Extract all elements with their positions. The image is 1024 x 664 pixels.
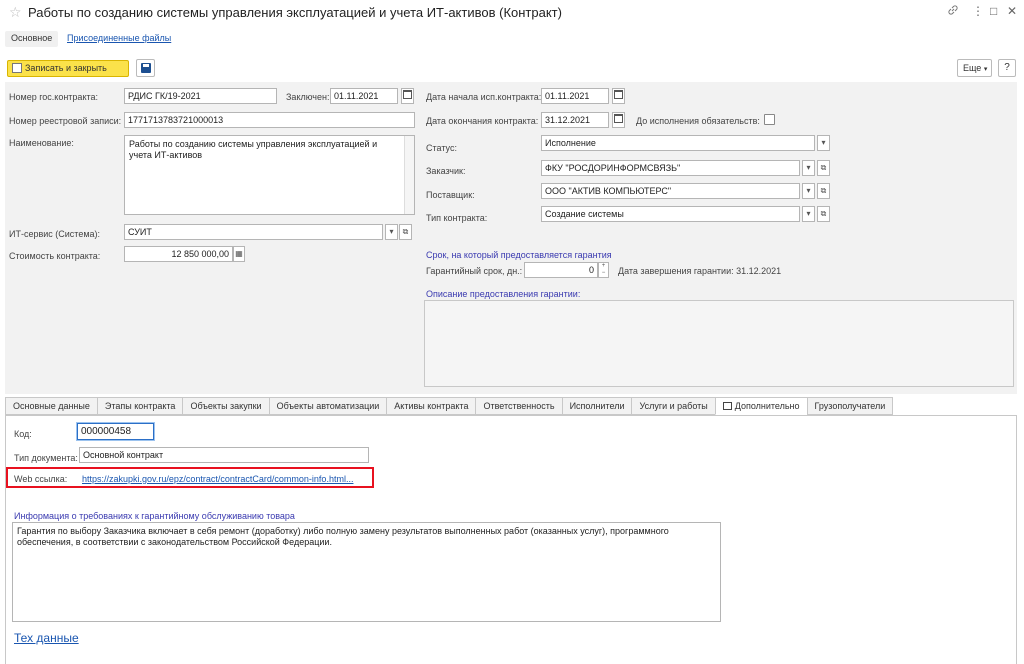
registry-field[interactable]: 1771713783721000013 bbox=[124, 112, 415, 128]
status-label: Статус: bbox=[426, 143, 457, 153]
name-text: Работы по созданию системы управления эк… bbox=[129, 139, 378, 160]
customer-field[interactable]: ФКУ "РОСДОРИНФОРМСВЯЗЬ" bbox=[541, 160, 800, 176]
name-textarea[interactable]: Работы по созданию системы управления эк… bbox=[124, 135, 415, 215]
tab-additional-icon bbox=[722, 402, 732, 410]
tab-stages[interactable]: Этапы контракта bbox=[96, 397, 183, 415]
help-button[interactable]: ? bbox=[998, 59, 1016, 77]
registry-label: Номер реестровой записи: bbox=[9, 116, 122, 126]
name-label: Наименование: bbox=[9, 138, 74, 148]
until-obligations-checkbox[interactable] bbox=[764, 114, 775, 125]
title-bar: ☆ Работы по созданию системы управления … bbox=[0, 0, 1024, 26]
calendar-icon[interactable] bbox=[612, 88, 625, 104]
doc-type-field[interactable]: Основной контракт bbox=[79, 447, 369, 463]
supplier-label: Поставщик: bbox=[426, 190, 475, 200]
status-select[interactable]: Исполнение bbox=[541, 135, 815, 151]
code-label: Код: bbox=[14, 429, 32, 439]
save-and-close-label: Записать и закрыть bbox=[25, 63, 107, 73]
supplier-field[interactable]: ООО "АКТИВ КОМПЬЮТЕРС" bbox=[541, 183, 800, 199]
tab-responsibility[interactable]: Ответственность bbox=[475, 397, 562, 415]
tab-attached-files[interactable]: Присоединенные файлы bbox=[67, 31, 171, 47]
chevron-down-icon[interactable] bbox=[802, 183, 815, 199]
it-service-label: ИТ-сервис (Система): bbox=[9, 229, 101, 239]
end-date-label: Дата окончания контракта: bbox=[426, 116, 539, 126]
contract-type-label: Тип контракта: bbox=[426, 213, 488, 223]
tab-consignees[interactable]: Грузополучатели bbox=[806, 397, 894, 415]
open-icon[interactable] bbox=[817, 160, 830, 176]
save-button[interactable] bbox=[136, 59, 155, 77]
tab-additional-label: Дополнительно bbox=[734, 401, 800, 411]
stepper-icon[interactable]: + − bbox=[598, 262, 609, 278]
concluded-date-field[interactable]: 01.11.2021 bbox=[330, 88, 398, 104]
code-field[interactable]: 000000458 bbox=[77, 423, 154, 440]
chevron-down-icon[interactable] bbox=[802, 160, 815, 176]
chevron-down-icon: ▾ bbox=[983, 66, 988, 73]
calendar-icon[interactable] bbox=[612, 112, 625, 128]
customer-label: Заказчик: bbox=[426, 166, 466, 176]
doc-type-label: Тип документа: bbox=[14, 453, 78, 463]
favorite-star-icon[interactable]: ☆ bbox=[9, 4, 22, 21]
web-link-label: Web ссылка: bbox=[14, 474, 68, 484]
cost-field[interactable]: 12 850 000,00 bbox=[124, 246, 233, 262]
more-button[interactable]: Еще ▾ bbox=[957, 59, 992, 77]
warranty-days-label: Гарантийный срок, дн.: bbox=[426, 266, 523, 276]
requirements-label: Информация о требованиях к гарантийному … bbox=[14, 511, 295, 521]
tab-executors[interactable]: Исполнители bbox=[561, 397, 632, 415]
cost-label: Стоимость контракта: bbox=[9, 251, 101, 261]
tab-bar: Основные данные Этапы контракта Объекты … bbox=[5, 397, 894, 415]
maximize-icon[interactable]: □ bbox=[990, 4, 997, 18]
more-vertical-icon[interactable]: ⋮ bbox=[972, 4, 984, 18]
end-date-field[interactable]: 31.12.2021 bbox=[541, 112, 609, 128]
warranty-group-title: Срок, на который предоставляется гаранти… bbox=[426, 250, 612, 260]
concluded-label: Заключен: bbox=[286, 92, 330, 102]
warranty-end-text: Дата завершения гарантии: 31.12.2021 bbox=[618, 266, 782, 276]
tab-automation-objects[interactable]: Объекты автоматизации bbox=[268, 397, 387, 415]
close-icon[interactable]: ✕ bbox=[1007, 4, 1017, 18]
tab-main[interactable]: Основное bbox=[5, 31, 59, 47]
tab-purchase-objects[interactable]: Объекты закупки bbox=[182, 397, 269, 415]
until-obligations-label: До исполнения обязательств: bbox=[636, 116, 760, 126]
calendar-icon[interactable] bbox=[401, 88, 414, 104]
open-icon[interactable] bbox=[817, 183, 830, 199]
requirements-textarea[interactable]: Гарантия по выбору Заказчика включает в … bbox=[12, 522, 721, 622]
link-icon[interactable] bbox=[947, 4, 959, 19]
requirements-text: Гарантия по выбору Заказчика включает в … bbox=[17, 526, 669, 547]
chevron-down-icon[interactable] bbox=[817, 135, 830, 151]
warranty-days-field[interactable]: 0 bbox=[524, 262, 598, 278]
chevron-down-icon[interactable] bbox=[802, 206, 815, 222]
warranty-desc-label: Описание предоставления гарантии: bbox=[426, 289, 581, 299]
web-link[interactable]: https://zakupki.gov.ru/epz/contract/cont… bbox=[82, 474, 353, 484]
more-label: Еще bbox=[963, 63, 982, 73]
tech-data-link[interactable]: Тех данные bbox=[14, 631, 79, 645]
gos-number-field[interactable]: РДИС ГК/19-2021 bbox=[124, 88, 277, 104]
scrollbar[interactable] bbox=[404, 136, 414, 214]
open-icon[interactable] bbox=[817, 206, 830, 222]
it-service-field[interactable]: СУИТ bbox=[124, 224, 383, 240]
floppy-icon bbox=[141, 63, 151, 73]
document-save-icon bbox=[12, 63, 22, 73]
tab-main-data[interactable]: Основные данные bbox=[5, 397, 97, 415]
start-date-label: Дата начала исп.контракта: bbox=[426, 92, 542, 102]
tab-assets[interactable]: Активы контракта bbox=[386, 397, 476, 415]
chevron-down-icon[interactable] bbox=[385, 224, 398, 240]
calculator-icon[interactable]: ▦ bbox=[233, 246, 245, 262]
tab-additional[interactable]: Дополнительно bbox=[714, 397, 807, 415]
gos-number-label: Номер гос.контракта: bbox=[9, 92, 99, 102]
warranty-desc-textarea[interactable] bbox=[424, 300, 1014, 387]
window-title: Работы по созданию системы управления эк… bbox=[28, 5, 562, 20]
open-icon[interactable] bbox=[399, 224, 412, 240]
tab-services[interactable]: Услуги и работы bbox=[631, 397, 715, 415]
start-date-field[interactable]: 01.11.2021 bbox=[541, 88, 609, 104]
save-and-close-button[interactable]: Записать и закрыть bbox=[7, 60, 129, 77]
contract-type-field[interactable]: Создание системы bbox=[541, 206, 800, 222]
